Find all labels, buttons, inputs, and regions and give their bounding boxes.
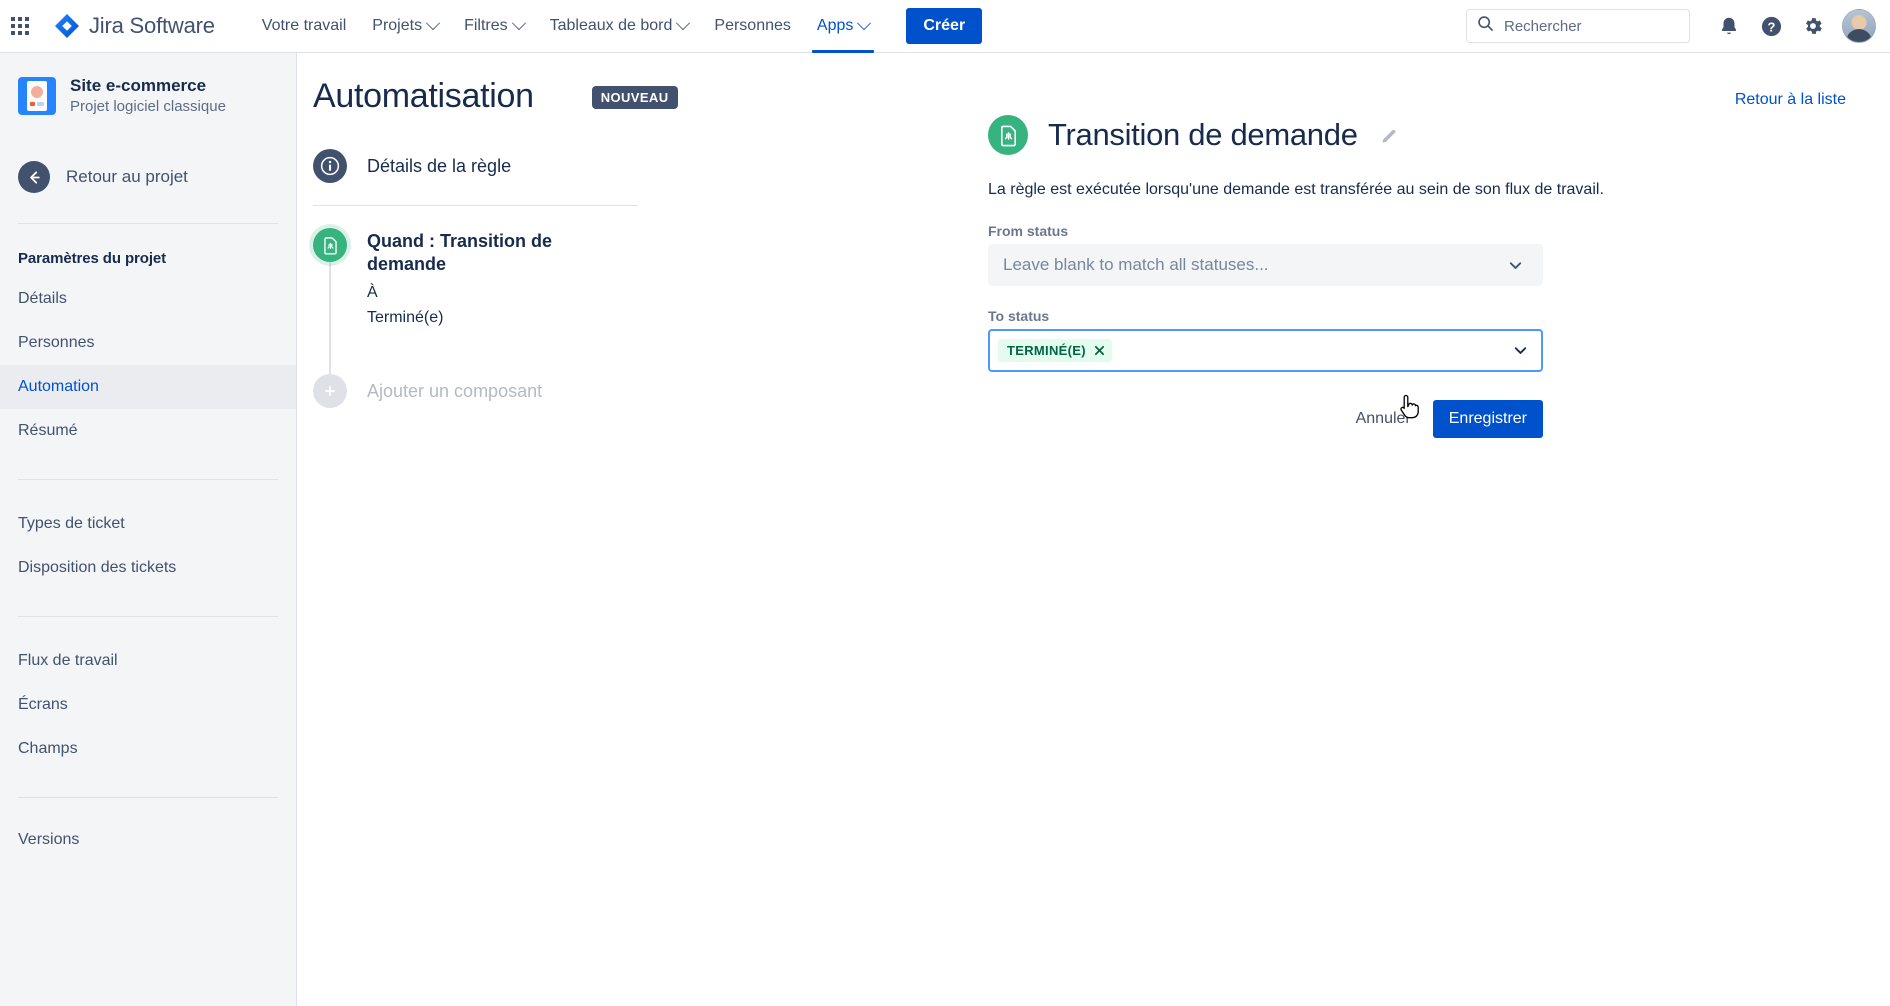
- nav-item-apps[interactable]: Apps: [804, 0, 882, 53]
- nav-item-personnes[interactable]: Personnes: [701, 0, 804, 53]
- sidebar-item-versions[interactable]: Versions: [0, 818, 296, 862]
- nav-right-section: ?: [1466, 7, 1890, 45]
- main-content: Automatisation NOUVEAU Retour à la liste…: [298, 53, 1890, 1006]
- status-tag: TERMINÉ(E): [998, 339, 1112, 362]
- flow-divider: [313, 205, 638, 206]
- back-to-project-label: Retour au projet: [66, 167, 188, 186]
- sidebar-group-workflow: Flux de travail Écrans Champs: [0, 617, 296, 771]
- close-x-icon[interactable]: [1094, 345, 1105, 356]
- chevron-down-icon: [857, 16, 872, 31]
- sidebar-item-details[interactable]: Détails: [0, 277, 296, 321]
- info-circle-icon: [313, 149, 347, 183]
- top-navigation-bar: Jira Software Votre travail Projets Filt…: [0, 0, 1890, 53]
- trigger-line-2: Terminé(e): [367, 309, 444, 326]
- chevron-down-icon: [1507, 257, 1528, 274]
- global-search[interactable]: [1466, 9, 1690, 43]
- page-header: Automatisation NOUVEAU Retour à la liste: [298, 53, 1890, 117]
- search-input[interactable]: [1502, 16, 1679, 36]
- add-component-row[interactable]: Ajouter un composant: [313, 374, 718, 408]
- nav-item-tableaux-de-bord[interactable]: Tableaux de bord: [537, 0, 702, 53]
- chevron-down-icon[interactable]: [1512, 342, 1533, 359]
- chevron-down-icon: [425, 16, 441, 31]
- page-title: Automatisation: [313, 77, 534, 115]
- add-component-label: Ajouter un composant: [367, 380, 543, 401]
- arrow-left-icon: [18, 161, 50, 193]
- nav-label: Votre travail: [261, 17, 347, 34]
- form-actions: Annuler Enregistrer: [988, 400, 1543, 438]
- to-status-label: To status: [988, 308, 1050, 324]
- sidebar-project-header[interactable]: Site e-commerce Projet logiciel classiqu…: [0, 53, 296, 137]
- nav-label: Apps: [816, 17, 854, 34]
- from-status-placeholder: Leave blank to match all statuses...: [1003, 255, 1269, 274]
- sidebar-group-tickets: Types de ticket Disposition des tickets: [0, 480, 296, 590]
- nav-item-filtres[interactable]: Filtres: [451, 0, 537, 53]
- grid-apps-icon[interactable]: [4, 10, 36, 42]
- nav-item-projets[interactable]: Projets: [359, 0, 451, 53]
- sidebar-item-disposition-des-tickets[interactable]: Disposition des tickets: [0, 546, 296, 590]
- status-tag-label: TERMINÉ(E): [1007, 343, 1086, 358]
- nav-label: Filtres: [464, 17, 508, 34]
- sidebar-item-ecrans[interactable]: Écrans: [0, 683, 296, 727]
- brand-name-label: Jira Software: [89, 13, 215, 38]
- svg-text:?: ?: [1767, 19, 1775, 34]
- user-avatar[interactable]: [1842, 9, 1876, 43]
- save-button[interactable]: Enregistrer: [1432, 400, 1543, 438]
- search-icon: [1477, 15, 1494, 37]
- rule-details-label: Détails de la règle: [367, 156, 512, 176]
- issue-transition-icon: [988, 115, 1028, 155]
- from-status-label: From status: [988, 223, 1069, 239]
- rule-detail-header: Transition de demande: [988, 115, 1788, 155]
- rule-description: La règle est exécutée lorsqu'une demande…: [988, 181, 1604, 198]
- nav-label: Personnes: [714, 17, 791, 34]
- rule-detail-panel: Transition de demande La règle est exécu…: [988, 115, 1788, 438]
- project-name: Site e-commerce: [70, 76, 207, 95]
- project-avatar-icon: [18, 77, 56, 115]
- jira-logo-icon: [54, 13, 80, 39]
- rule-details-row[interactable]: Détails de la règle: [313, 149, 718, 183]
- settings-gear-icon[interactable]: [1794, 7, 1832, 45]
- nav-item-votre-travail[interactable]: Votre travail: [249, 0, 359, 53]
- plus-circle-icon: [313, 374, 347, 408]
- from-status-select[interactable]: Leave blank to match all statuses...: [988, 244, 1543, 286]
- pencil-edit-icon[interactable]: [1380, 126, 1399, 145]
- nav-label: Tableaux de bord: [549, 17, 673, 34]
- back-to-project-link[interactable]: Retour au projet: [0, 151, 296, 203]
- trigger-title: Quand : Transition de demande: [367, 231, 553, 274]
- rule-trigger-row[interactable]: Quand : Transition de demande À Terminé(…: [313, 228, 718, 392]
- sidebar-group-versions: Versions: [0, 798, 296, 862]
- trigger-text-block: Quand : Transition de demande À Terminé(…: [367, 228, 597, 330]
- sidebar-item-automation[interactable]: Automation: [0, 365, 296, 409]
- cancel-button[interactable]: Annuler: [1344, 402, 1423, 436]
- sidebar-item-types-de-ticket[interactable]: Types de ticket: [0, 502, 296, 546]
- nav-label: Projets: [372, 17, 423, 34]
- back-to-list-link[interactable]: Retour à la liste: [1735, 91, 1846, 109]
- create-button[interactable]: Créer: [906, 8, 983, 44]
- trigger-line-1: À: [367, 284, 378, 301]
- notifications-bell-icon[interactable]: [1710, 7, 1748, 45]
- status-badge-new: NOUVEAU: [591, 86, 678, 109]
- chevron-down-icon: [676, 16, 691, 31]
- jira-brand-home-link[interactable]: Jira Software: [48, 9, 221, 43]
- sidebar-item-personnes[interactable]: Personnes: [0, 321, 296, 365]
- to-status-select[interactable]: TERMINÉ(E): [988, 329, 1543, 372]
- project-type: Projet logiciel classique: [70, 98, 226, 115]
- project-sidebar: Site e-commerce Projet logiciel classiqu…: [0, 53, 297, 1006]
- rule-flow-column: Détails de la règle Quand : Transition d…: [313, 149, 718, 408]
- primary-nav: Votre travail Projets Filtres Tableaux d…: [249, 0, 883, 53]
- sidebar-item-resume[interactable]: Résumé: [0, 409, 296, 453]
- help-question-icon[interactable]: ?: [1752, 7, 1790, 45]
- sidebar-group-general: Détails Personnes Automation Résumé: [0, 277, 296, 453]
- sidebar-item-flux-de-travail[interactable]: Flux de travail: [0, 639, 296, 683]
- sidebar-settings-heading: Paramètres du projet: [18, 250, 167, 267]
- rule-detail-title: Transition de demande: [1048, 117, 1358, 152]
- sidebar-item-champs[interactable]: Champs: [0, 727, 296, 771]
- chevron-down-icon: [511, 16, 526, 31]
- issue-transition-icon: [313, 228, 347, 262]
